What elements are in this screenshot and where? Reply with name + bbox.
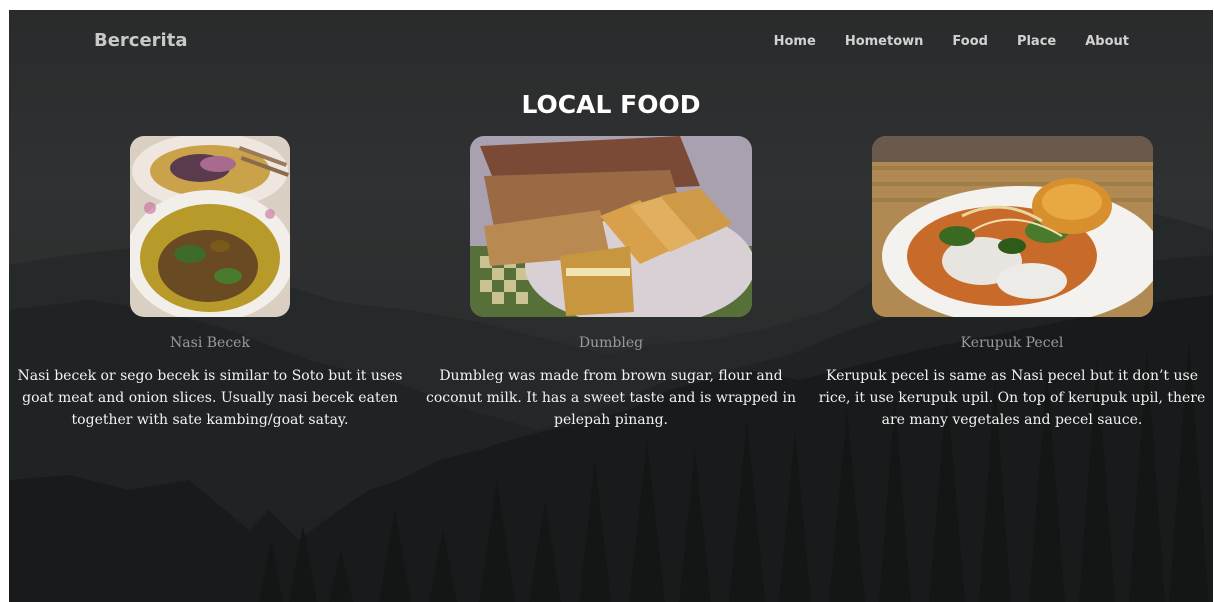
nav-links: Home Hometown Food Place About xyxy=(774,34,1129,49)
navbar: Bercerita Home Hometown Food Place About xyxy=(9,10,1213,74)
food-name: Nasi Becek xyxy=(170,335,250,351)
nav-link-hometown[interactable]: Hometown xyxy=(845,34,924,49)
food-name: Kerupuk Pecel xyxy=(960,335,1064,351)
nav-link-place[interactable]: Place xyxy=(1017,34,1056,49)
dumbleg-image xyxy=(470,136,752,317)
food-description: Kerupuk pecel is same as Nasi pecel but … xyxy=(818,368,1206,428)
nav-link-food[interactable]: Food xyxy=(952,34,988,49)
nasi-becek-image xyxy=(130,136,290,317)
food-description: Nasi becek or sego becek is similar to S… xyxy=(17,368,403,428)
food-card-nasi-becek: Nasi Becek Nasi becek or sego becek is s… xyxy=(14,136,406,431)
food-card-dumbleg: Dumbleg Dumbleg was made from brown suga… xyxy=(415,136,807,431)
section-title: LOCAL FOOD xyxy=(521,90,701,119)
food-card-kerupuk-pecel: Kerupuk Pecel Kerupuk pecel is same as N… xyxy=(816,136,1208,431)
kerupuk-pecel-image xyxy=(871,136,1153,317)
food-name: Dumbleg xyxy=(578,335,644,351)
nav-link-about[interactable]: About xyxy=(1085,34,1129,49)
nav-link-home[interactable]: Home xyxy=(774,34,816,49)
hero-section: Bercerita Home Hometown Food Place About… xyxy=(9,10,1213,602)
food-description: Dumbleg was made from brown sugar, flour… xyxy=(425,368,797,428)
brand-logo[interactable]: Bercerita xyxy=(94,30,187,51)
